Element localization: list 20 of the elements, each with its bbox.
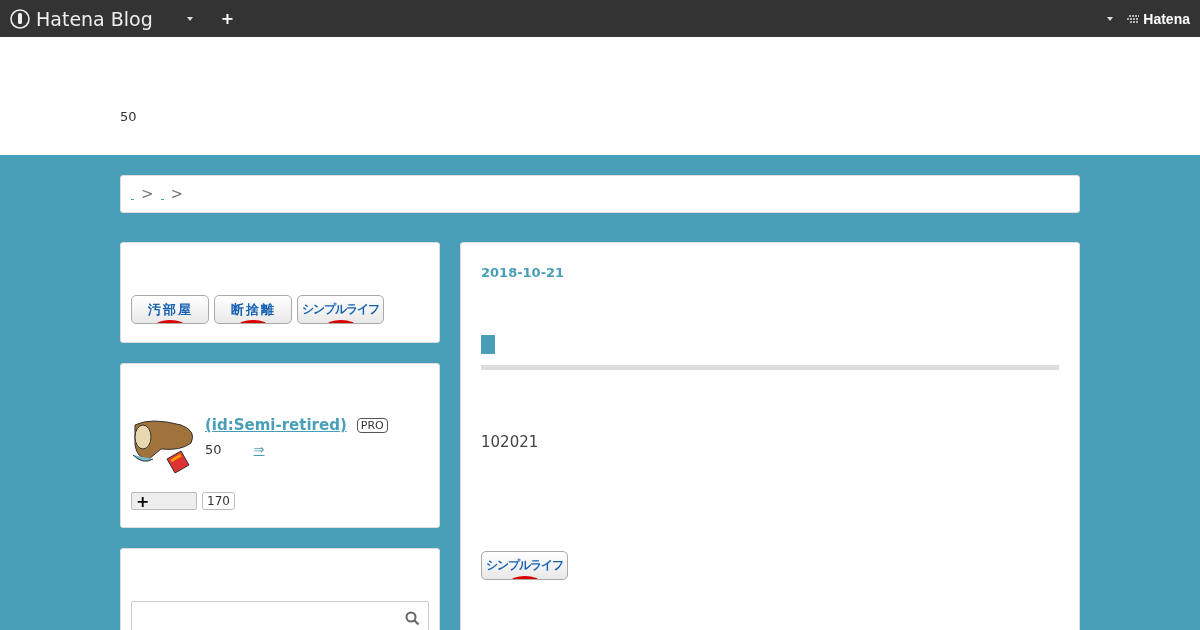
more-link[interactable]: ⇒ <box>253 442 265 457</box>
pro-badge: PRO <box>356 417 388 433</box>
profile-name-link[interactable]: (id:Semi-retired) <box>205 416 347 434</box>
blog-brand-logo[interactable]: Hatena Blog <box>36 7 153 30</box>
caret-icon[interactable] <box>1107 16 1114 21</box>
account-brand-logo[interactable]: Hatena <box>1143 10 1190 27</box>
add-button[interactable]: + <box>220 9 235 28</box>
breadcrumb-separator: > <box>141 185 154 203</box>
breadcrumb-separator: > <box>170 185 184 203</box>
follow-button[interactable]: + <box>131 492 197 510</box>
entry-date[interactable]: 2018-10-21 <box>481 265 565 280</box>
follower-count: 170 <box>202 492 235 510</box>
entry-body-text: 102021 <box>481 433 539 451</box>
search-field[interactable] <box>131 601 429 630</box>
breadcrumb-link-mark[interactable] <box>160 196 164 200</box>
pen-circle-icon[interactable] <box>10 8 30 29</box>
blog-description: 50 <box>120 109 137 124</box>
search-icon[interactable] <box>405 610 420 626</box>
profile-stat: 50 <box>205 442 222 457</box>
caret-icon[interactable] <box>186 16 193 21</box>
